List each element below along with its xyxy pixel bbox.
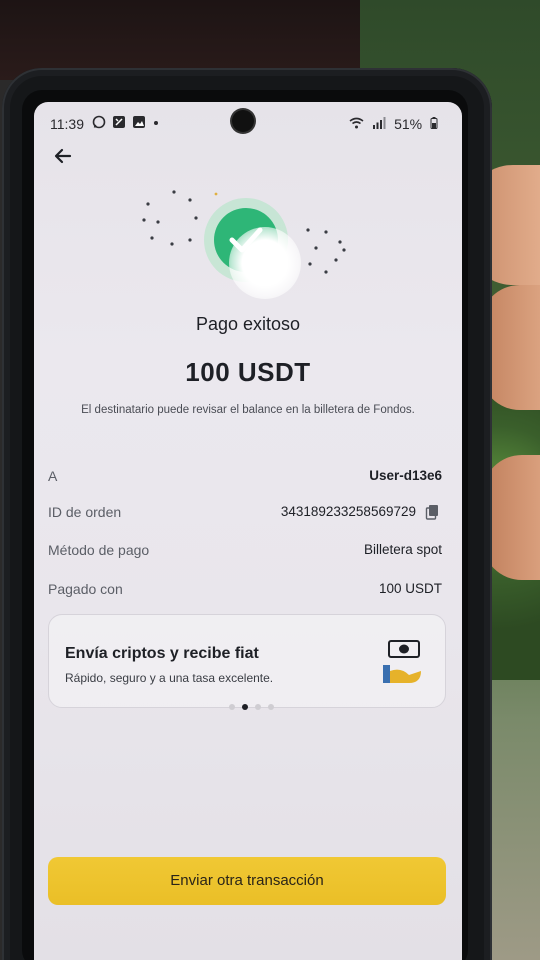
detail-row-payment-method: Método de pago Billetera spot [48, 542, 442, 564]
detail-row-paid-with: Pagado con 100 USDT [48, 581, 442, 603]
gallery-icon [132, 115, 146, 132]
battery-percentage: 51% [394, 116, 423, 132]
detail-label: Pagado con [48, 581, 123, 597]
detail-label: ID de orden [48, 504, 122, 520]
detail-label: Método de pago [48, 542, 150, 558]
battery-icon [430, 116, 438, 132]
phone-screen: 11:39 51% Pago exitoso 100 USDT El desti… [34, 102, 462, 960]
order-id-value: 343189233258569729 [280, 504, 416, 519]
detail-value: 100 USDT [378, 581, 442, 596]
detail-value: Billetera spot [363, 542, 442, 557]
detail-row-recipient: A User-d13e6 [48, 468, 442, 490]
front-camera [232, 110, 254, 132]
back-button[interactable] [50, 142, 78, 170]
promo-subtitle: Rápido, seguro y a una tasa excelente. [65, 671, 274, 685]
status-notification-icons [92, 115, 162, 132]
status-bar: 11:39 51% [34, 102, 462, 142]
cash-crypto-icon [383, 640, 421, 683]
status-right-icons: 51% [345, 116, 438, 132]
status-time: 11:39 [50, 116, 84, 132]
signal-icon [372, 116, 390, 132]
payment-amount: 100 USDT [185, 357, 311, 387]
detail-label: A [48, 468, 58, 484]
send-another-transaction-button[interactable]: Enviar otra transacción [48, 857, 446, 905]
wifi-icon [349, 116, 368, 132]
whatsapp-icon [92, 115, 106, 132]
dot-icon [152, 115, 160, 132]
promo-banner[interactable]: Envía criptos y recibe fiat Rápido, segu… [48, 614, 446, 710]
info-message: El destinatario puede revisar el balance… [81, 404, 415, 416]
carousel-dot[interactable] [229, 704, 235, 710]
carousel-dot-active[interactable] [242, 704, 248, 710]
screen-glare [229, 227, 301, 299]
carousel-indicator [229, 697, 281, 710]
promo-title: Envía criptos y recibe fiat [65, 645, 259, 662]
copy-icon[interactable] [424, 503, 442, 521]
detail-value: User-d13e6 [369, 468, 442, 483]
carousel-dot[interactable] [268, 704, 274, 710]
carousel-dot[interactable] [255, 704, 261, 710]
notification-icon [112, 115, 126, 132]
detail-row-order-id: ID de orden 343189233258569729 [48, 504, 442, 526]
page-title: Pago exitoso [195, 314, 301, 334]
back-arrow-icon [54, 148, 72, 164]
